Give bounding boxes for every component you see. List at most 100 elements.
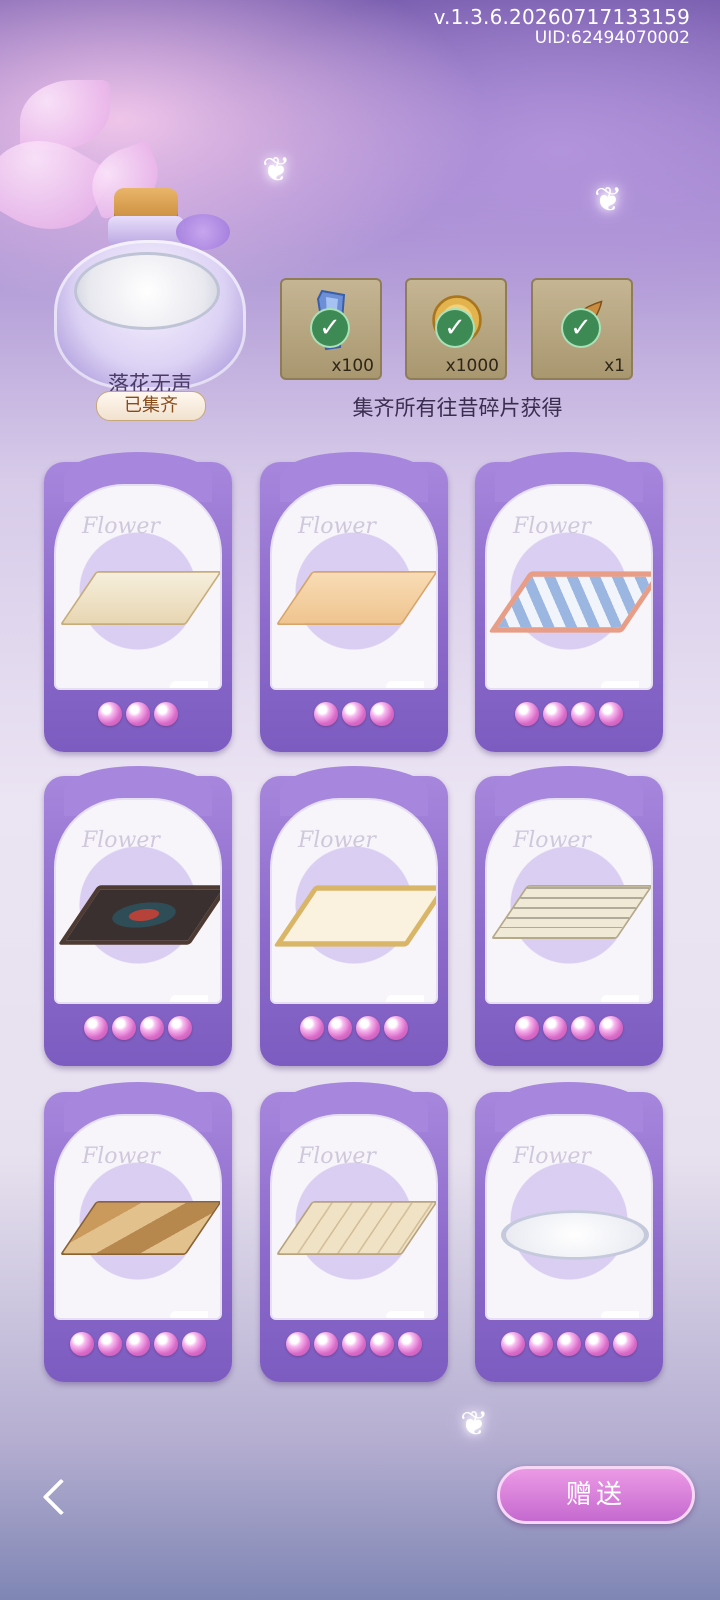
fragment-card[interactable]: Flower 1 bbox=[44, 1082, 232, 1382]
fragment-card[interactable]: Flower 11 bbox=[260, 452, 448, 752]
pearl-icon bbox=[314, 702, 338, 726]
back-button[interactable] bbox=[38, 1476, 82, 1520]
pearl-icon bbox=[154, 702, 178, 726]
reward-item[interactable]: ✓ x1 bbox=[531, 278, 633, 380]
fragment-card[interactable]: Flower 7 bbox=[44, 452, 232, 752]
pearl-icon bbox=[140, 1016, 164, 1040]
pearl-icon bbox=[342, 702, 366, 726]
card-inner: Flower 11 bbox=[270, 484, 438, 690]
card-watermark: Flower bbox=[298, 1144, 376, 1169]
card-watermark: Flower bbox=[513, 1144, 591, 1169]
pearl-icon bbox=[613, 1332, 637, 1356]
peach-plain-rug-icon bbox=[275, 571, 436, 625]
persian-dark-rug-icon bbox=[57, 885, 220, 945]
card-inner: Flower 3 bbox=[270, 798, 438, 1004]
fragment-card[interactable]: Flower 3 bbox=[44, 766, 232, 1066]
card-inner: Flower 3 bbox=[485, 798, 653, 1004]
rarity-pearls bbox=[44, 1332, 232, 1356]
card-inner: Flower 6 bbox=[485, 484, 653, 690]
pearl-icon bbox=[599, 1016, 623, 1040]
lattice-tile-rug-icon bbox=[490, 885, 651, 939]
reward-item[interactable]: ✓ x100 bbox=[280, 278, 382, 380]
card-watermark: Flower bbox=[82, 828, 160, 853]
pearl-icon bbox=[599, 702, 623, 726]
pearl-icon bbox=[70, 1332, 94, 1356]
fragment-card[interactable]: Flower 2 bbox=[475, 1082, 663, 1382]
fragment-count: 7 bbox=[170, 681, 208, 688]
version-text: v.1.3.6.20260717133159 bbox=[433, 5, 690, 29]
pearl-icon bbox=[112, 1016, 136, 1040]
pearl-icon bbox=[314, 1332, 338, 1356]
fragment-count: 2 bbox=[601, 1311, 639, 1318]
pearl-icon bbox=[328, 1016, 352, 1040]
round-white-rug-icon bbox=[501, 1210, 649, 1260]
card-watermark: Flower bbox=[513, 514, 591, 539]
card-inner: Flower 1 bbox=[54, 1114, 222, 1320]
wood-parquet-floor-icon bbox=[59, 1201, 220, 1255]
butterfly-icon: ❦ bbox=[460, 1404, 489, 1444]
reward-item[interactable]: ✓ x1000 bbox=[405, 278, 507, 380]
pearl-icon bbox=[515, 702, 539, 726]
fragment-card[interactable]: Flower 3 bbox=[260, 766, 448, 1066]
rarity-pearls bbox=[475, 1016, 663, 1040]
pearl-icon bbox=[98, 702, 122, 726]
rarity-pearls bbox=[260, 702, 448, 726]
fragment-card[interactable]: Flower 1 bbox=[260, 1082, 448, 1382]
card-inner: Flower 1 bbox=[270, 1114, 438, 1320]
card-watermark: Flower bbox=[298, 828, 376, 853]
collection-bottle[interactable]: 落花无声 已集齐 bbox=[48, 188, 252, 421]
pearl-icon bbox=[543, 1016, 567, 1040]
pearl-icon bbox=[126, 702, 150, 726]
uid-text: UID:62494070002 bbox=[534, 28, 690, 48]
rarity-pearls bbox=[475, 1332, 663, 1356]
butterfly-icon: ❦ bbox=[262, 150, 291, 190]
pearl-icon bbox=[356, 1016, 380, 1040]
pearl-icon bbox=[557, 1332, 581, 1356]
round-rug-icon bbox=[74, 252, 220, 330]
pearl-icon bbox=[182, 1332, 206, 1356]
check-icon: ✓ bbox=[563, 310, 599, 346]
pearl-icon bbox=[529, 1332, 553, 1356]
reward-quantity: x100 bbox=[331, 356, 374, 376]
card-inner: Flower 2 bbox=[485, 1114, 653, 1320]
chevron-left-icon bbox=[42, 1478, 80, 1516]
pearl-icon bbox=[571, 1016, 595, 1040]
fragment-count: 6 bbox=[601, 681, 639, 688]
rewards-caption: 集齐所有往昔碎片获得 bbox=[352, 396, 563, 420]
pearl-icon bbox=[543, 702, 567, 726]
pearl-icon bbox=[571, 702, 595, 726]
reward-quantity: x1000 bbox=[445, 356, 499, 376]
pearl-icon bbox=[168, 1016, 192, 1040]
fragment-count: 1 bbox=[386, 1311, 424, 1318]
pearl-icon bbox=[286, 1332, 310, 1356]
rarity-pearls bbox=[475, 702, 663, 726]
pearl-icon bbox=[342, 1332, 366, 1356]
pearl-icon bbox=[585, 1332, 609, 1356]
version-info: v.1.3.6.20260717133159 UID:62494070002 bbox=[434, 6, 690, 49]
rarity-pearls bbox=[260, 1332, 448, 1356]
fragment-count: 3 bbox=[601, 995, 639, 1002]
rarity-pearls bbox=[260, 1016, 448, 1040]
send-button[interactable]: 赠送 bbox=[497, 1466, 695, 1524]
rarity-pearls bbox=[44, 1016, 232, 1040]
pearl-icon bbox=[501, 1332, 525, 1356]
pearl-icon bbox=[300, 1016, 324, 1040]
pearl-icon bbox=[515, 1016, 539, 1040]
stone-path-floor-icon bbox=[275, 1201, 436, 1255]
pearl-icon bbox=[370, 702, 394, 726]
fragment-card[interactable]: Flower 3 bbox=[475, 766, 663, 1066]
blue-tile-rug-icon bbox=[488, 571, 651, 633]
pearl-icon bbox=[98, 1332, 122, 1356]
rarity-pearls bbox=[44, 702, 232, 726]
ivory-ornate-rug-icon bbox=[59, 571, 220, 625]
collection-status-badge: 已集齐 bbox=[96, 391, 206, 421]
card-watermark: Flower bbox=[82, 514, 160, 539]
petal-decoration bbox=[20, 80, 110, 150]
pearl-icon bbox=[370, 1332, 394, 1356]
check-icon: ✓ bbox=[437, 310, 473, 346]
fragment-count: 3 bbox=[170, 995, 208, 1002]
pearl-icon bbox=[398, 1332, 422, 1356]
fragment-card[interactable]: Flower 6 bbox=[475, 452, 663, 752]
card-inner: Flower 7 bbox=[54, 484, 222, 690]
pearl-icon bbox=[126, 1332, 150, 1356]
